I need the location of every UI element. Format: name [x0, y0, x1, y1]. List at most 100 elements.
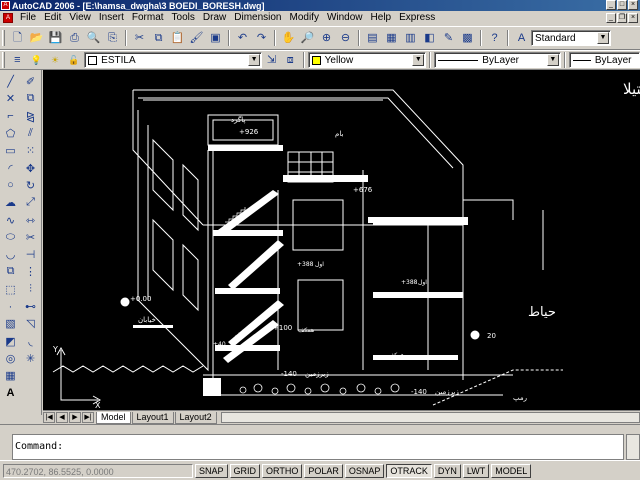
offset-icon[interactable]: ⫽ — [22, 125, 40, 142]
table-icon[interactable]: ▦ — [2, 367, 20, 384]
zoom-window-icon[interactable]: ⊕ — [318, 30, 335, 47]
ellipse-arc-icon[interactable]: ◡ — [2, 246, 20, 263]
chevron-down-icon[interactable]: ▼ — [412, 54, 425, 66]
otrack-button[interactable]: OTRACK — [386, 463, 432, 478]
arc-icon[interactable]: ◜ — [2, 159, 20, 176]
new-icon[interactable]: 🗋 — [9, 30, 26, 47]
plot-preview-icon[interactable]: 🔍 — [85, 30, 102, 47]
doc-close-icon[interactable]: × — [628, 13, 638, 23]
close-icon[interactable]: × — [628, 0, 638, 10]
save-icon[interactable]: 💾 — [47, 30, 64, 47]
line-icon[interactable]: ╱ — [2, 73, 20, 90]
mirror-icon[interactable]: ⧎ — [22, 108, 40, 125]
pan-icon[interactable]: ✋ — [280, 30, 297, 47]
properties-icon[interactable]: ▤ — [364, 30, 381, 47]
markup-icon[interactable]: ✎ — [440, 30, 457, 47]
make-block-icon[interactable]: ⬚ — [2, 281, 20, 298]
document-icon[interactable]: A — [3, 13, 13, 23]
maximize-icon[interactable]: □ — [617, 0, 627, 10]
plot-icon[interactable]: ⎙ — [66, 30, 83, 47]
doc-restore-icon[interactable]: ❐ — [617, 13, 627, 23]
construction-line-icon[interactable]: ✕ — [2, 90, 20, 107]
extend-icon[interactable]: ⊣ — [22, 246, 40, 263]
calculator-icon[interactable]: ▩ — [459, 30, 476, 47]
grid-button[interactable]: GRID — [229, 463, 261, 478]
menu-tools[interactable]: Tools — [168, 11, 199, 25]
lwt-button[interactable]: LWT — [462, 463, 490, 478]
chamfer-icon[interactable]: ◹ — [22, 315, 40, 332]
hatch-icon[interactable]: ▧ — [2, 315, 20, 332]
layer-select[interactable]: ESTILA ▼ — [84, 52, 263, 68]
match-properties-icon[interactable]: 🖌 — [188, 30, 205, 47]
gradient-icon[interactable]: ◩ — [2, 332, 20, 349]
polyline-icon[interactable]: ⌐ — [2, 108, 20, 125]
cut-icon[interactable]: ✂ — [131, 30, 148, 47]
sheet-set-icon[interactable]: ◧ — [421, 30, 438, 47]
menu-edit[interactable]: Edit — [40, 11, 65, 25]
menu-insert[interactable]: Insert — [95, 11, 128, 25]
model-button[interactable]: MODEL — [491, 463, 532, 478]
menu-format[interactable]: Format — [128, 11, 168, 25]
ellipse-icon[interactable]: ⬭ — [2, 229, 20, 246]
text-style-icon[interactable]: A — [513, 30, 530, 47]
chevron-down-icon[interactable]: ▼ — [597, 32, 609, 44]
zoom-previous-icon[interactable]: ⊖ — [337, 30, 354, 47]
help-icon[interactable]: ? — [486, 30, 503, 47]
text-style-select[interactable]: Standard ▼ — [531, 30, 611, 46]
coordinate-display[interactable]: 470.2702, 86.5525, 0.0000 — [3, 463, 193, 478]
menu-help[interactable]: Help — [367, 11, 396, 25]
layer-manager-icon[interactable]: ≡ — [9, 52, 26, 69]
menu-dimension[interactable]: Dimension — [230, 11, 285, 25]
move-icon[interactable]: ✥ — [22, 159, 40, 176]
snap-button[interactable]: SNAP — [195, 463, 228, 478]
rotate-icon[interactable]: ↻ — [22, 177, 40, 194]
prev-tab-icon[interactable]: ◀ — [56, 412, 68, 423]
undo-icon[interactable]: ↶ — [234, 30, 251, 47]
first-tab-icon[interactable]: |◀ — [43, 412, 55, 423]
array-icon[interactable]: ⁙ — [22, 142, 40, 159]
doc-minimize-icon[interactable]: _ — [606, 13, 616, 23]
scale-icon[interactable]: ⤢ — [22, 194, 40, 211]
menu-file[interactable]: File — [16, 11, 40, 25]
join-icon[interactable]: ⊷ — [22, 298, 40, 315]
region-icon[interactable]: ◎ — [2, 350, 20, 367]
linetype-select[interactable]: ByLayer ▼ — [434, 52, 561, 68]
redo-icon[interactable]: ↷ — [253, 30, 270, 47]
paste-icon[interactable]: 📋 — [169, 30, 186, 47]
stretch-icon[interactable]: ⇿ — [22, 211, 40, 228]
osnap-button[interactable]: OSNAP — [344, 463, 385, 478]
layer-previous-icon[interactable]: ⧈ — [282, 52, 299, 69]
horizontal-scrollbar[interactable] — [220, 412, 640, 423]
break-at-point-icon[interactable]: ⋮ — [22, 263, 40, 280]
polygon-icon[interactable]: ⬠ — [2, 125, 20, 142]
tab-model[interactable]: Model — [96, 411, 131, 424]
open-icon[interactable]: 📂 — [28, 30, 45, 47]
color-select[interactable]: Yellow ▼ — [307, 52, 427, 68]
toolbar-grip[interactable] — [2, 52, 5, 68]
spline-icon[interactable]: ∿ — [2, 211, 20, 228]
multiline-text-icon[interactable]: A — [2, 384, 20, 401]
tool-palettes-icon[interactable]: ▥ — [402, 30, 419, 47]
erase-icon[interactable]: ✐ — [22, 73, 40, 90]
chevron-down-icon[interactable]: ▼ — [546, 54, 559, 66]
last-tab-icon[interactable]: ▶| — [82, 412, 94, 423]
command-scrollbar[interactable] — [626, 434, 640, 460]
fillet-icon[interactable]: ◟ — [22, 332, 40, 349]
revision-cloud-icon[interactable]: ☁ — [2, 194, 20, 211]
drawing-canvas[interactable]: طرح وترسيم :استيلا حياط +926 +676 +388 +… — [43, 70, 640, 410]
chevron-down-icon[interactable]: ▼ — [248, 54, 261, 66]
point-icon[interactable]: · — [2, 298, 20, 315]
menu-view[interactable]: View — [65, 11, 95, 25]
lineweight-select[interactable]: ByLayer — [568, 52, 640, 68]
dyn-button[interactable]: DYN — [433, 463, 461, 478]
polar-button[interactable]: POLAR — [304, 463, 343, 478]
zoom-realtime-icon[interactable]: 🔎 — [299, 30, 316, 47]
block-editor-icon[interactable]: ▣ — [207, 30, 224, 47]
trim-icon[interactable]: ✂ — [22, 229, 40, 246]
minimize-icon[interactable]: _ — [606, 0, 616, 10]
design-center-icon[interactable]: ▦ — [383, 30, 400, 47]
menu-express[interactable]: Express — [395, 11, 439, 25]
command-line[interactable]: Command: — [12, 434, 624, 460]
menu-draw[interactable]: Draw — [199, 11, 230, 25]
break-icon[interactable]: ⫶ — [22, 281, 40, 298]
